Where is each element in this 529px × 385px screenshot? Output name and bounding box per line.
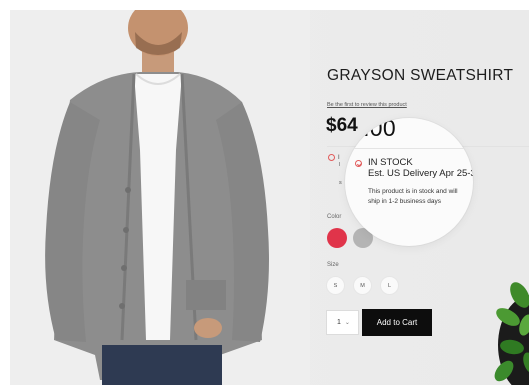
review-link[interactable]: Be the first to review this product xyxy=(327,102,407,108)
zoom-lens: 4.00 IN STOCK Est. US Delivery Apr 25-30… xyxy=(345,118,473,246)
stock-status: IN STOCK xyxy=(368,157,413,168)
product-page: GRAYSON SWEATSHIRT Be the first to revie… xyxy=(10,10,529,385)
quantity-select[interactable]: 1 ⌄ xyxy=(326,310,359,335)
color-swatch-red[interactable] xyxy=(327,228,347,248)
stock-partial-text: l xyxy=(339,162,341,168)
divider xyxy=(345,148,473,149)
plant-decoration xyxy=(494,282,529,385)
size-option-s[interactable]: S xyxy=(326,276,345,295)
size-option-m[interactable]: M xyxy=(353,276,372,295)
stock-row: I xyxy=(328,154,340,161)
size-label: Size xyxy=(327,262,339,268)
chevron-down-icon: ⌄ xyxy=(344,320,350,326)
product-title: GRAYSON SWEATSHIRT xyxy=(327,67,514,84)
quantity-value: 1 xyxy=(337,319,341,326)
delivery-estimate: Est. US Delivery Apr 25-30 xyxy=(368,168,473,179)
stock-note: This product is in stock and will ship i… xyxy=(368,188,458,205)
product-photo xyxy=(10,10,310,385)
size-option-l[interactable]: L xyxy=(380,276,399,295)
check-circle-icon xyxy=(328,154,335,161)
stock-partial-text: s xyxy=(339,180,342,186)
color-label: Color xyxy=(327,214,342,220)
magnified-price: 4.00 xyxy=(350,118,396,141)
stock-partial-text: I xyxy=(338,155,340,162)
add-to-cart-button[interactable]: Add to Cart xyxy=(362,309,432,336)
check-circle-icon xyxy=(355,160,362,167)
